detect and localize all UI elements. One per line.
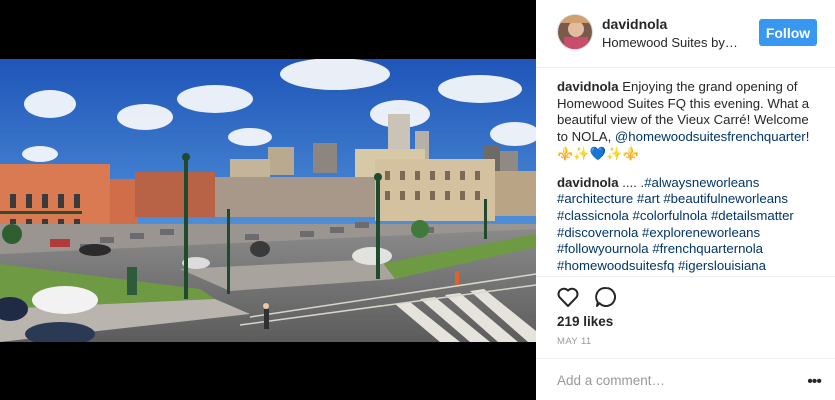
hashtag-link[interactable]: #detailsmatter xyxy=(711,208,794,223)
hashtag-link[interactable]: #igerslouisiana xyxy=(678,258,766,273)
panorama-image xyxy=(0,59,536,342)
hashtag-link[interactable]: #classicnola xyxy=(557,208,629,223)
hashtag-link[interactable]: #colorfulnola xyxy=(633,208,708,223)
add-comment-input[interactable]: Add a comment… xyxy=(557,373,665,388)
comment-prefix: .... . xyxy=(622,174,645,190)
post-author-username[interactable]: davidnola xyxy=(602,16,667,32)
likes-count[interactable]: 219 likes xyxy=(557,314,613,329)
hashtag-link[interactable]: #architecture xyxy=(557,191,633,206)
post-location[interactable]: Homewood Suites by… xyxy=(602,35,738,50)
more-options-icon[interactable]: ••• xyxy=(807,373,822,391)
comment-username[interactable]: davidnola xyxy=(557,175,619,190)
follow-button[interactable]: Follow xyxy=(759,19,817,46)
post-header: davidnola Homewood Suites by… Follow xyxy=(536,0,835,68)
media-pane xyxy=(0,0,536,400)
heart-icon[interactable] xyxy=(556,285,580,309)
hashtag-link[interactable]: #beautifulneworleans xyxy=(663,191,788,206)
hashtag-link[interactable]: #art xyxy=(637,191,660,206)
caption: davidnola Enjoying the grand opening of … xyxy=(557,79,823,163)
add-comment-section: Add a comment… ••• xyxy=(536,358,835,400)
post-side-pane: davidnola Homewood Suites by… Follow dav… xyxy=(536,0,835,400)
avatar[interactable] xyxy=(557,14,593,50)
hashtag-link[interactable]: #homewoodsuitesfq xyxy=(557,258,674,273)
comments-list: davidnola Enjoying the grand opening of … xyxy=(557,79,823,275)
hashtag-link[interactable]: #frenchquarternola xyxy=(652,241,763,256)
hashtag-link[interactable]: #discovernola xyxy=(557,225,638,240)
action-icons xyxy=(556,285,618,309)
post-date[interactable]: MAY 11 xyxy=(557,336,592,347)
comment-icon[interactable] xyxy=(594,285,618,309)
hashtag-link[interactable]: #followyournola xyxy=(557,241,649,256)
caption-username[interactable]: davidnola xyxy=(557,79,619,94)
hashtag-link[interactable]: #exploreneworleans xyxy=(642,225,760,240)
post-photo[interactable] xyxy=(0,59,536,342)
caption-mention[interactable]: @homewoodsuitesfrenchquarter xyxy=(615,129,806,144)
hashtag-link[interactable]: #alwaysneworleans xyxy=(644,175,759,190)
hashtag-comment: davidnola .... .#alwaysneworleans #archi… xyxy=(557,175,823,275)
